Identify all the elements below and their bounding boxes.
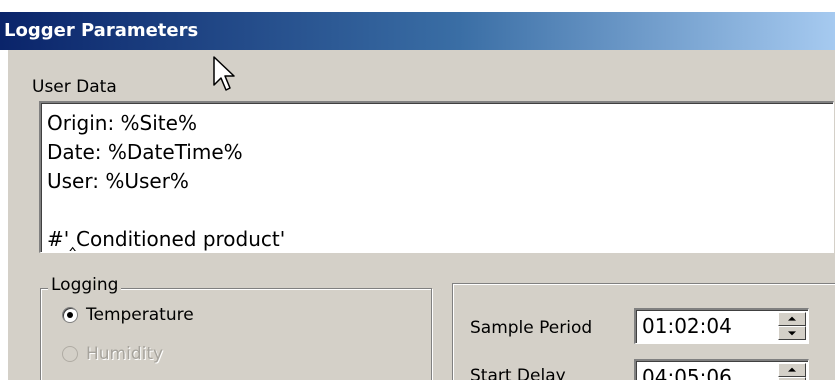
mouse-pointer-icon [213,56,235,91]
title-bar[interactable]: Logger Parameters [0,12,835,50]
arrow-down-icon[interactable] [778,326,806,340]
background-strip [0,0,835,12]
user-data-line: Date: %DateTime% [47,140,243,164]
user-data-textarea[interactable]: Origin: %Site% Date: %DateTime% User: %U… [39,101,834,253]
arrow-up-icon[interactable] [778,312,806,326]
user-data-line [47,196,833,225]
logging-groupbox [40,288,432,380]
start-delay-spin-buttons [778,363,806,380]
logger-parameters-window: Logger Parameters User Data Origin: %Sit… [0,0,835,380]
start-delay-label: Start Delay [470,366,566,380]
radio-checked-icon[interactable] [62,307,78,323]
radio-unchecked-icon [62,346,78,362]
user-data-line: User: %User% [47,169,189,193]
temperature-radio-option[interactable]: Temperature [62,304,194,326]
start-delay-spinbox[interactable]: 04:05:06 [634,359,809,380]
user-data-line: Origin: %Site% [47,111,197,135]
sample-period-spinbox[interactable]: 01:02:04 [634,308,809,344]
humidity-radio-option: Humidity [62,343,163,365]
logging-legend: Logging [48,275,122,295]
user-data-line: #'‸Conditioned product' [47,227,286,251]
sample-period-label: Sample Period [470,318,593,338]
window-title: Logger Parameters [4,20,199,41]
arrow-up-icon[interactable] [778,363,806,377]
user-data-label: User Data [32,77,117,97]
start-delay-value[interactable]: 04:05:06 [642,365,732,380]
temperature-label: Temperature [86,305,194,325]
sample-period-value[interactable]: 01:02:04 [642,314,732,338]
sample-period-spin-buttons [778,312,806,340]
humidity-label: Humidity [86,344,164,364]
